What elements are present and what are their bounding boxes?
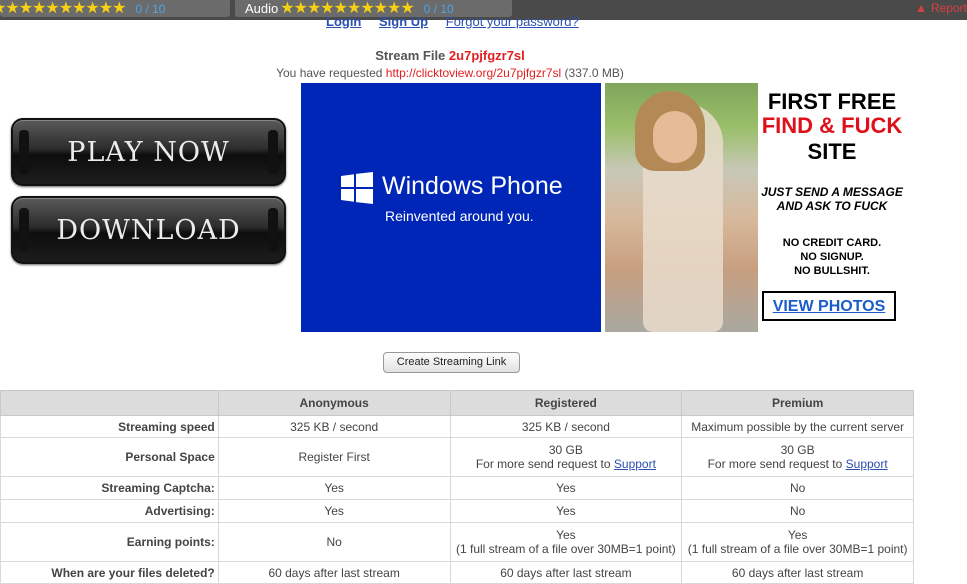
ad-line-5: NO CREDIT CARD. NO SIGNUP. NO BULLSHIT. [758,236,906,278]
ad-line-4: JUST SEND A MESSAGE AND ASK TO FUCK [758,185,906,213]
cell-anonymous: Register First [217,437,451,477]
support-link[interactable]: Support [846,457,888,471]
ad-photo-face [653,111,697,163]
video-rating-score: 0 / 10 [135,1,166,16]
cell-premium-sub: (1 full stream of a file over 30MB=1 poi… [687,542,908,556]
signup-link[interactable]: Sign Up [379,14,428,29]
photo-ad[interactable] [605,83,758,332]
cell-anonymous: No [217,522,451,562]
cell-premium-main: Yes [787,528,808,542]
row-label: Personal Space [0,437,219,477]
cell-registered: Yes [449,476,683,500]
row-label: When are your files deleted? [0,561,219,584]
cell-premium: No [681,476,914,500]
ad-line-4a: JUST SEND A MESSAGE [761,185,903,199]
stream-file-id: 2u7pjfgzr7sl [448,48,525,63]
video-rating: ★★★★★★★★★★ 0 / 10 [0,0,230,17]
table-header-anonymous: Anonymous [217,390,451,416]
ad-line-5b: NO SIGNUP. [800,251,864,263]
cell-registered-sub: (1 full stream of a file over 30MB=1 poi… [455,542,676,556]
cell-registered-main: 30 GB [548,443,583,457]
cell-registered: 325 KB / second [449,415,683,438]
cell-premium-sub: For more send request to [707,457,843,471]
cell-registered: 30 GB For more send request to Support [449,437,683,477]
table-header-row: Anonymous Registered Premium [0,390,914,416]
cell-registered: Yes (1 full stream of a file over 30MB=1… [449,522,683,562]
ad-line-5c: NO BULLSHIT. [794,265,870,277]
cell-anonymous: 325 KB / second [217,415,451,438]
stream-title-prefix: Stream File [375,48,446,63]
requested-prefix: You have requested [276,66,383,80]
cell-premium: No [681,499,914,523]
cell-registered: 60 days after last stream [449,561,683,584]
create-streaming-link-button[interactable]: Create Streaming Link [383,352,520,373]
play-now-button[interactable]: PLAY NOW [11,118,286,186]
windows-phone-tagline: Reinvented around you. [385,208,534,224]
ad-line-3: SITE [807,139,857,164]
row-label: Advertising: [0,499,219,523]
windows-phone-brand: Windows Phone [382,172,563,200]
windows-logo-icon [341,172,373,204]
table-row: Earning points: No Yes (1 full stream of… [0,522,914,562]
requested-size: (337.0 MB) [564,66,624,80]
table-row: Streaming speed 325 KB / second 325 KB /… [0,415,914,438]
row-label: Streaming speed [0,415,219,438]
cell-premium: Maximum possible by the current server [681,415,914,438]
cell-anonymous: Yes [217,499,451,523]
view-photos-button[interactable]: VIEW PHOTOS [762,291,896,321]
table-header-registered: Registered [449,390,683,416]
stream-title: Stream File 2u7pjfgzr7sl [0,48,900,63]
play-now-label: PLAY NOW [67,136,230,168]
audio-rating-label: Audio [245,1,279,16]
table-row: When are your files deleted? 60 days aft… [0,561,914,584]
auth-links: Login Sign Up Forgot your password? [326,14,593,29]
download-label: DOWNLOAD [56,214,241,246]
cell-premium: 30 GB For more send request to Support [681,437,914,477]
cell-registered-sub: For more send request to [475,457,611,471]
cell-registered: Yes [449,499,683,523]
ad-line-5a: NO CREDIT CARD. [782,237,882,249]
cell-premium-main: 30 GB [780,443,815,457]
table-header-empty [0,390,219,416]
ad-line-1: FIRST FREE [767,89,897,114]
cell-registered-main: Yes [556,528,576,542]
report-label: Report [930,1,967,15]
cell-premium: Yes (1 full stream of a file over 30MB=1… [681,522,914,562]
cell-anonymous: 60 days after last stream [217,561,451,584]
table-row: Streaming Captcha: Yes Yes No [0,476,914,500]
table-row: Advertising: Yes Yes No [0,499,914,523]
report-link[interactable]: ▲ Report [915,1,967,15]
account-comparison-table: Anonymous Registered Premium Streaming s… [0,390,914,584]
ad-line-4b: AND ASK TO FUCK [776,199,888,213]
windows-phone-ad[interactable]: Windows Phone Reinvented around you. [301,83,601,332]
support-link[interactable]: Support [614,457,656,471]
cell-premium: 60 days after last stream [681,561,914,584]
table-row: Personal Space Register First 30 GB For … [0,437,914,477]
row-label: Streaming Captcha: [0,476,219,500]
video-rating-stars[interactable]: ★★★★★★★★★★ [0,0,126,17]
download-button[interactable]: DOWNLOAD [11,196,286,264]
requested-url-link[interactable]: http://clicktoview.org/2u7pjfgzr7sl [386,66,561,80]
ad-line-2: FIND & FUCK [761,113,903,138]
dating-text-ad[interactable]: FIRST FREE FIND & FUCK SITE JUST SEND A … [758,83,906,332]
warning-icon: ▲ [915,1,927,15]
table-header-premium: Premium [681,390,914,416]
row-label: Earning points: [0,522,219,562]
cell-anonymous: Yes [217,476,451,500]
requested-line: You have requested http://clicktoview.or… [0,66,900,80]
forgot-password-link[interactable]: Forgot your password? [446,14,579,29]
login-link[interactable]: Login [326,14,361,29]
